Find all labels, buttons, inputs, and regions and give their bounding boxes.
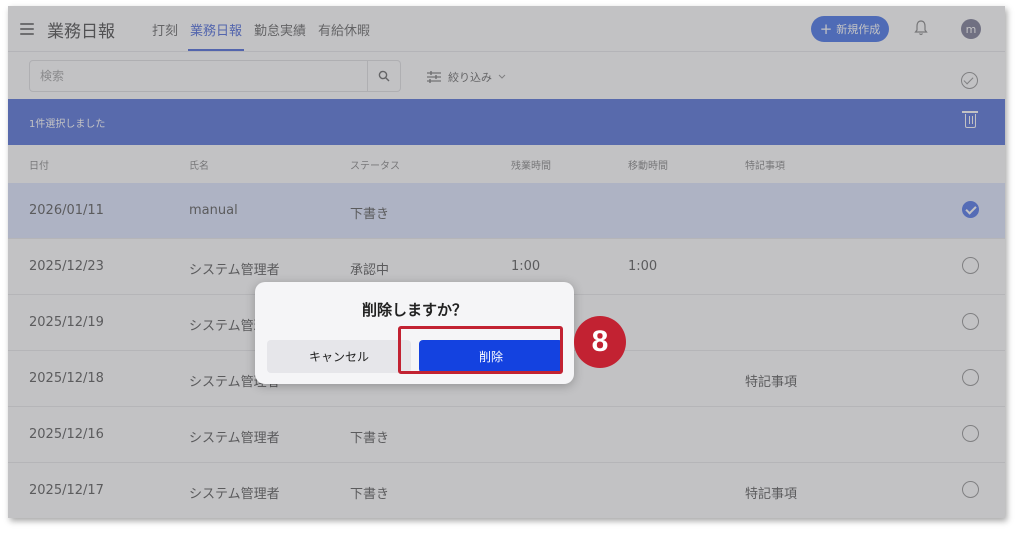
dialog-title: 削除しますか？ [361,301,467,319]
screenshot-frame: 業務日報 打刻 業務日報 勤怠実績 有給休暇 + 新規作成 m 検索 絞り込み … [8,6,1005,518]
step-number-badge: 8 [574,316,626,368]
delete-button-highlight [398,326,563,374]
modal-overlay[interactable] [8,6,1005,518]
cancel-button[interactable]: キャンセル [267,340,411,373]
